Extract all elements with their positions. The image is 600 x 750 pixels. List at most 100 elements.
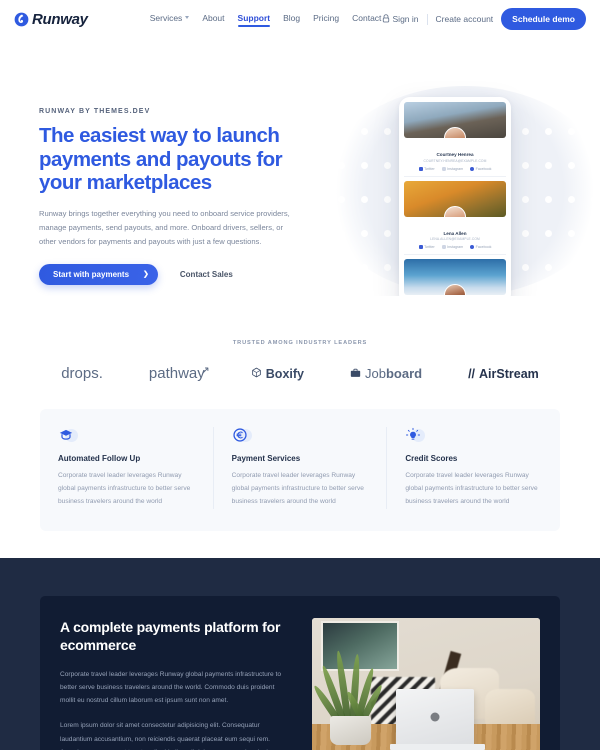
arrow-up-right-icon: ↗	[200, 365, 210, 377]
nav-item-pricing-label: Pricing	[313, 12, 340, 23]
feature-card-payment-services: Payment Services Corporate travel leader…	[212, 427, 387, 509]
social-instagram[interactable]: Instagram	[441, 245, 464, 249]
start-with-payments-label: Start with payments	[53, 269, 130, 279]
hero-heading: The easiest way to launch payments and p…	[39, 124, 283, 195]
feature-description: Corporate travel leader leverages Runway…	[405, 472, 538, 505]
profile-card[interactable]: Courtney Henrea COURTNEY.HENREA@EXAMPLE.…	[404, 102, 506, 177]
sign-in-button[interactable]: Sign in	[382, 13, 419, 25]
nav-item-services-label: Services	[149, 12, 183, 23]
hero-eyebrow: RUNWAY BY THEMES.DEV	[39, 108, 151, 115]
briefcase-icon	[350, 366, 361, 381]
nav-item-contact-label: Contact	[352, 12, 382, 23]
instagram-icon	[441, 245, 446, 249]
social-facebook-label: Facebook	[475, 245, 492, 249]
brand-logo-pathway: pathway ↗	[149, 365, 210, 382]
social-twitter[interactable]: Twitter	[418, 166, 435, 171]
social-instagram-label: Instagram	[447, 166, 464, 171]
schedule-demo-button[interactable]: Schedule demo	[501, 8, 586, 30]
facebook-icon	[470, 245, 475, 249]
hero-paragraph: Runway brings together everything you ne…	[39, 208, 290, 246]
graduation-cap-icon	[58, 427, 78, 443]
start-with-payments-button[interactable]: Start with payments ❯	[39, 263, 158, 285]
nav-item-pricing[interactable]: Pricing	[313, 13, 339, 26]
create-account-button[interactable]: Create account	[436, 14, 494, 24]
nav-item-support-label: Support	[237, 12, 271, 23]
profile-name: Courtney Henrea	[436, 152, 474, 157]
dark-paragraph-1: Corporate travel leader leverages Runway…	[60, 670, 282, 705]
social-facebook[interactable]: Facebook	[470, 245, 491, 249]
contact-sales-link[interactable]: Contact Sales	[180, 270, 233, 279]
profile-email: LENA.ALLEN@EXAMPLE.COM	[430, 237, 480, 241]
avatar	[444, 127, 466, 138]
dark-text-column: A complete payments platform for ecommer…	[60, 618, 290, 750]
nav-links: Services About Support Blog Pricing Cont…	[150, 12, 381, 27]
brand-logo-jobboard-label: Jobboard	[364, 366, 423, 381]
dark-heading: A complete payments platform for ecommer…	[60, 618, 281, 653]
laptop	[396, 688, 474, 747]
hero-content: RUNWAY BY THEMES.DEV The easiest way to …	[39, 108, 309, 285]
profile-cover-image	[404, 180, 506, 217]
social-twitter[interactable]: Twitter	[418, 245, 435, 249]
euro-circle-icon	[232, 427, 252, 443]
nav-item-support[interactable]: Support	[237, 12, 271, 27]
feature-title: Payment Services	[231, 454, 301, 463]
feature-description: Corporate travel leader leverages Runway…	[231, 472, 364, 505]
lock-icon	[382, 13, 390, 25]
lightbulb-icon	[405, 427, 426, 443]
brand-logo-boxify: Boxify	[251, 367, 304, 381]
brand-logo-jobboard: Jobboard	[350, 366, 422, 381]
feature-card-automated-follow-up: Automated Follow Up Corporate travel lea…	[40, 427, 213, 509]
hero-section: RUNWAY BY THEMES.DEV The easiest way to …	[0, 38, 600, 296]
profile-card[interactable]: Rebecca Wagner	[404, 259, 506, 296]
instagram-icon	[441, 166, 446, 171]
profile-social-links: Twitter Instagram Facebook	[404, 245, 506, 249]
sign-in-label: Sign in	[392, 14, 419, 24]
brand-logo-row: drops. pathway ↗ Boxify Jobboard // AirS…	[0, 365, 600, 382]
social-facebook-label: Facebook	[475, 166, 492, 171]
social-instagram-label: Instagram	[447, 245, 464, 249]
plant-pot	[330, 716, 372, 746]
brand-logo-airstream-label: AirStream	[479, 366, 539, 381]
feature-title: Credit Scores	[405, 454, 458, 463]
social-instagram[interactable]: Instagram	[441, 166, 464, 171]
feature-description: Corporate travel leader leverages Runway…	[58, 472, 191, 505]
laptop-on-wooden-desk-photo	[312, 617, 540, 750]
chevron-right-icon: ❯	[143, 271, 149, 279]
nav-item-about[interactable]: About	[202, 13, 224, 26]
hero-cta-group: Start with payments ❯ Contact Sales	[39, 263, 309, 285]
dark-panel: A complete payments platform for ecommer…	[40, 595, 560, 750]
profile-email: COURTNEY.HENREA@EXAMPLE.COM	[423, 158, 487, 163]
nav-item-blog-label: Blog	[283, 12, 301, 23]
social-twitter-label: Twitter	[424, 245, 435, 249]
double-slash-icon: //	[468, 366, 476, 381]
profile-name: Lena Allen	[443, 230, 467, 236]
nav-item-about-label: About	[202, 12, 225, 23]
trusted-label: TRUSTED AMONG INDUSTRY LEADERS	[232, 340, 368, 346]
dark-image-column	[312, 617, 540, 750]
nav-item-services[interactable]: Services	[150, 13, 190, 26]
top-navigation-bar: Runway Services About Support Blog Prici…	[0, 0, 600, 38]
cube-icon	[251, 367, 262, 381]
brand-logo-boxify-label: Boxify	[265, 366, 304, 381]
dark-paragraph-2: Lorem ipsum dolor sit amet consectetur a…	[60, 722, 282, 750]
laptop-logo	[430, 712, 440, 722]
nav-item-contact[interactable]: Contact	[352, 13, 381, 26]
social-facebook[interactable]: Facebook	[470, 166, 492, 171]
profile-cover-image	[404, 259, 506, 295]
logo[interactable]: Runway	[14, 11, 88, 28]
snake-plant	[312, 630, 385, 726]
twitter-icon	[418, 166, 423, 171]
chevron-down-icon	[185, 16, 190, 19]
nav-divider	[426, 13, 428, 25]
avatar	[444, 205, 466, 217]
nav-item-blog[interactable]: Blog	[283, 13, 300, 26]
facebook-icon	[470, 166, 475, 171]
profile-card[interactable]: Lena Allen LENA.ALLEN@EXAMPLE.COM Twitte…	[404, 180, 506, 255]
nav-right-actions: Sign in Create account Schedule demo	[382, 8, 586, 30]
runway-swoosh-logo-icon	[14, 12, 29, 27]
profile-social-links: Twitter Instagram Facebook	[404, 166, 506, 171]
feature-title: Automated Follow Up	[58, 454, 141, 463]
logo-text: Runway	[32, 10, 88, 28]
features-section: Automated Follow Up Corporate travel lea…	[40, 409, 560, 531]
dark-section: A complete payments platform for ecommer…	[0, 557, 600, 750]
